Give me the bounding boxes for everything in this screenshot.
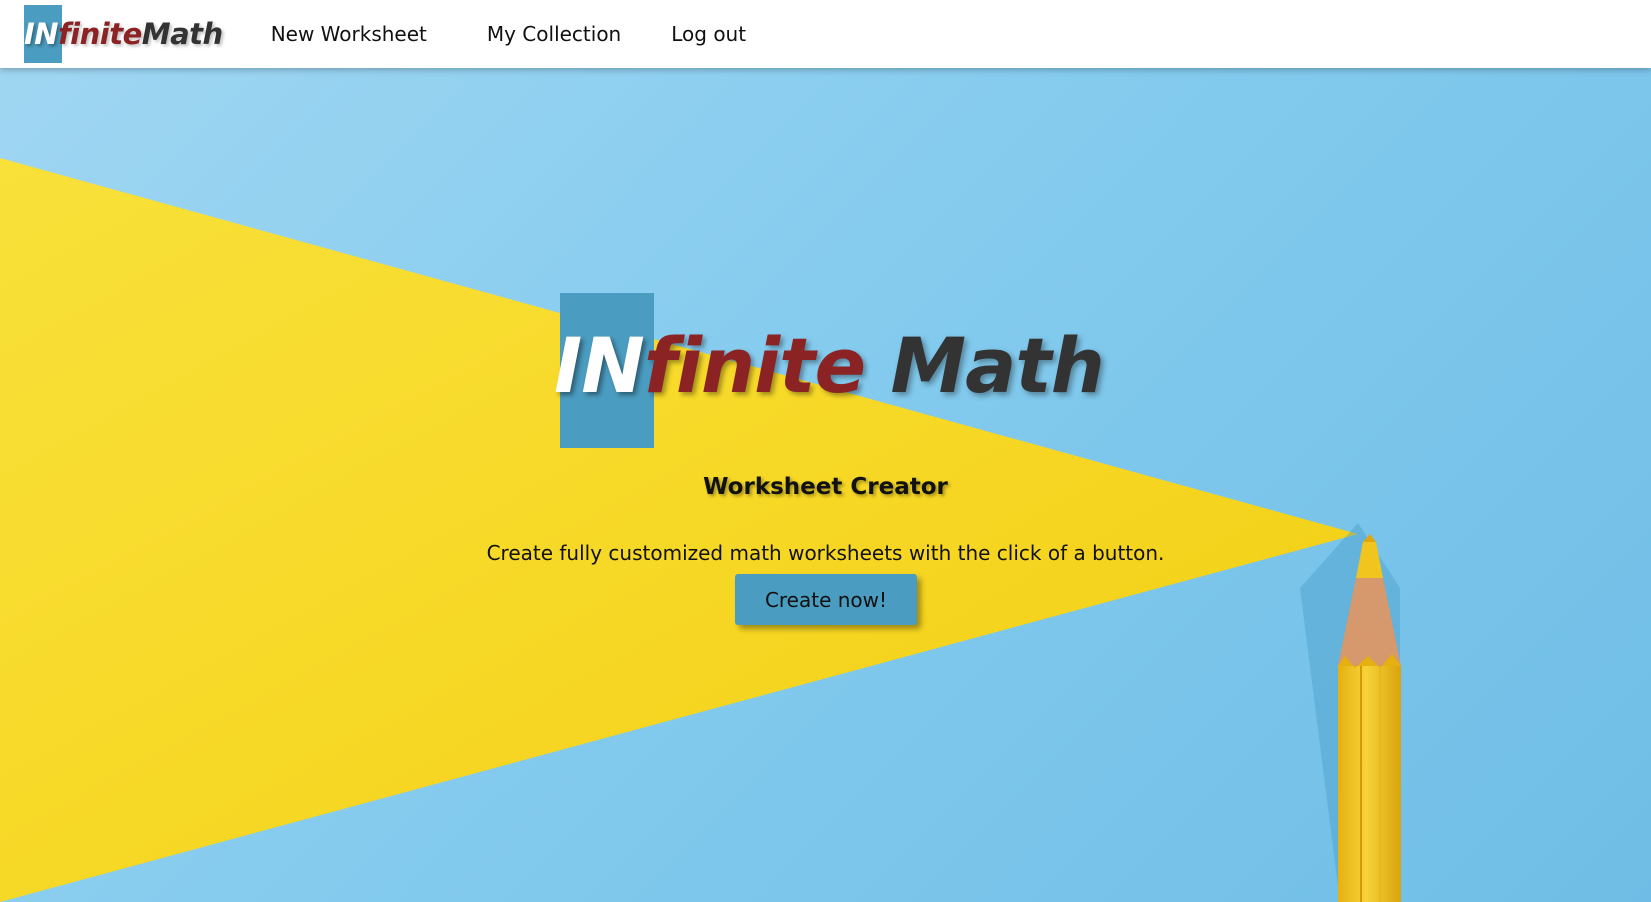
hero-logo: INfinite Math [554,293,1120,448]
brand-in: IN [24,17,59,51]
hero-section: INfinite Math Worksheet Creator Create f… [0,68,1651,902]
hero-logo-text: INfinite Math [554,321,1105,410]
nav-link-my-collection[interactable]: My Collection [487,22,621,46]
brand-finite: finite [58,17,142,51]
top-navbar: INfiniteMath New Worksheet My Collection… [0,0,1651,68]
hero-logo-finite: finite [643,321,866,410]
nav-link-new-worksheet[interactable]: New Worksheet [271,22,427,46]
create-now-button[interactable]: Create now! [735,574,917,625]
hero-subtitle: Worksheet Creator [703,474,948,500]
yellow-light-beam [0,158,1358,902]
brand-math: Math [141,17,223,51]
brand-logo-link[interactable]: INfiniteMath [24,4,223,64]
hero-logo-math: Math [890,321,1105,410]
nav-link-log-out[interactable]: Log out [671,22,746,46]
hero-logo-in: IN [554,321,645,410]
hero-description: Create fully customized math worksheets … [486,541,1165,565]
brand-logo-text: INfiniteMath [24,17,223,51]
